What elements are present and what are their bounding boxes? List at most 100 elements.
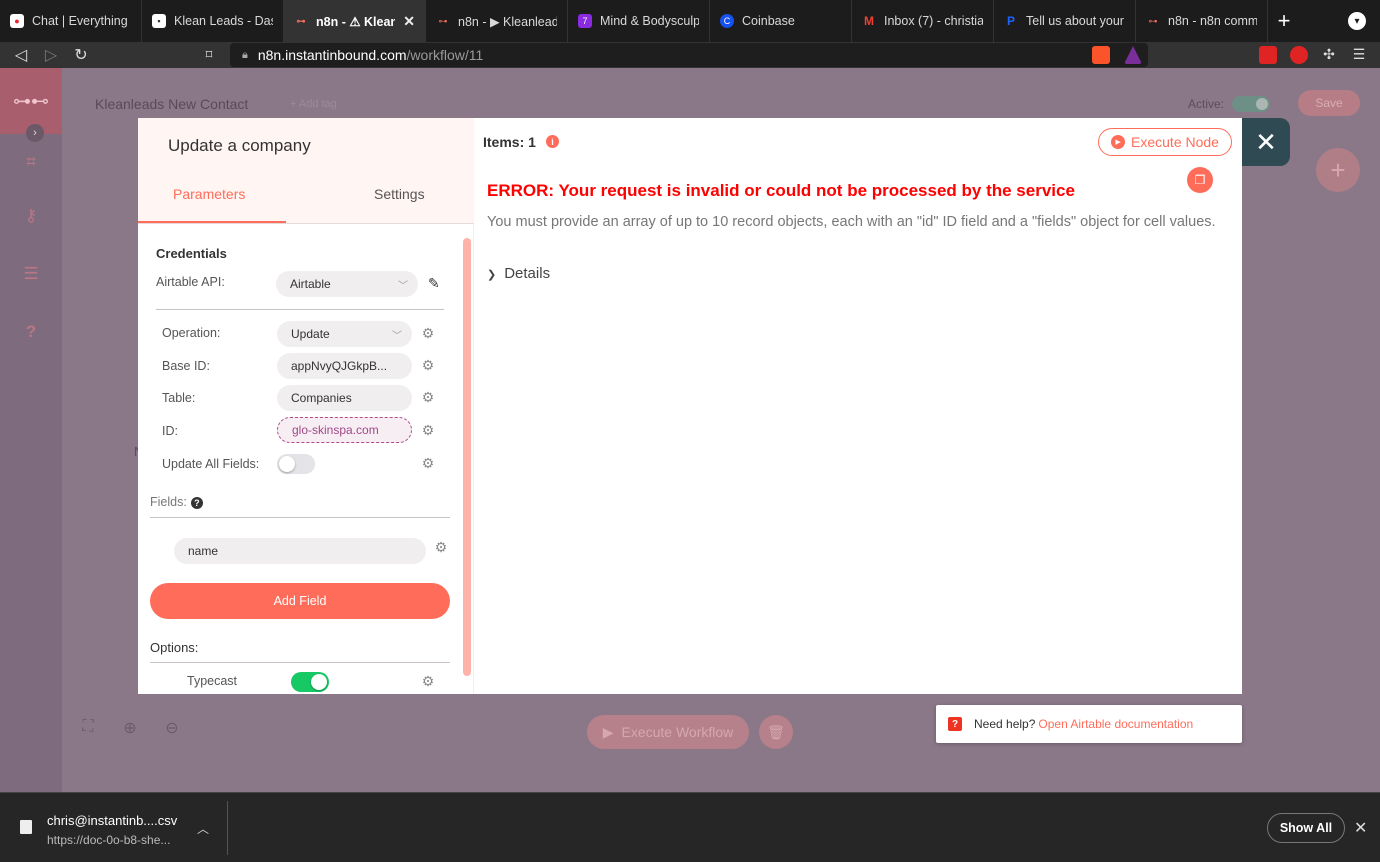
node-title[interactable]: Update a company — [168, 136, 311, 156]
n8n-favicon-icon: ⊶ — [296, 15, 306, 26]
divider — [150, 517, 450, 518]
back-icon[interactable]: ◁ — [6, 45, 36, 65]
workflow-name[interactable]: Kleanleads New Contact — [95, 96, 248, 112]
workflows-icon[interactable]: ⌗ — [20, 152, 42, 174]
operation-select[interactable]: Update ﹀ — [277, 321, 412, 347]
parameter-options-icon[interactable]: ⚙ — [419, 673, 437, 690]
download-filename[interactable]: chris@instantinb....csv — [47, 813, 177, 828]
parameter-options-icon[interactable]: ⚙ — [419, 389, 437, 406]
update-all-fields-label: Update All Fields: — [162, 457, 260, 471]
zoom-in-icon[interactable]: ⊕ — [118, 718, 142, 742]
question-circle-icon[interactable]: ? — [190, 496, 203, 509]
n8n-favicon-icon: ⊶ — [438, 15, 448, 26]
tab-favicon-icon: ● — [10, 14, 24, 28]
new-tab-icon[interactable]: + — [1268, 8, 1300, 34]
brave-shield-icon[interactable] — [1092, 46, 1110, 64]
airtable-api-label: Airtable API: — [156, 275, 225, 289]
help-badge-icon: ? — [948, 717, 962, 731]
csv-file-icon — [20, 820, 32, 834]
forward-icon[interactable]: ▷ — [36, 45, 66, 65]
typecast-toggle[interactable] — [291, 672, 329, 692]
execute-workflow-button[interactable]: ▶ Execute Workflow — [587, 715, 749, 749]
details-toggle[interactable]: ❯ Details — [487, 265, 550, 282]
browser-tab[interactable]: 7 Mind & Bodysculpt — [568, 0, 710, 42]
parameter-options-icon[interactable]: ⚙ — [419, 357, 437, 374]
operation-label: Operation: — [162, 326, 221, 340]
parameter-options-icon[interactable]: ⚙ — [432, 539, 450, 556]
paypal-favicon-icon: P — [1006, 14, 1015, 28]
downloads-bar: chris@instantinb....csv https://doc-0o-b… — [0, 792, 1380, 862]
browser-tab[interactable]: ▪ Klean Leads - Dash — [142, 0, 284, 42]
bookmark-icon[interactable]: ⌑ — [194, 47, 224, 63]
parameter-options-icon[interactable]: ⚙ — [419, 422, 437, 439]
typecast-label: Typecast — [187, 674, 238, 688]
browser-toolbar: ◁ ▷ ↻ ⌑ 🔒︎ n8n.instantinbound.com/workfl… — [0, 42, 1380, 68]
executions-list-icon[interactable]: ☰ — [20, 264, 42, 286]
add-field-button[interactable]: Add Field — [150, 583, 450, 619]
browser-tab[interactable]: P Tell us about your b — [994, 0, 1136, 42]
puzzle-extensions-icon[interactable]: ✣ — [1320, 46, 1338, 64]
add-node-button[interactable]: + — [1316, 148, 1360, 192]
execute-node-button[interactable]: ▶ Execute Node — [1098, 128, 1232, 156]
parameter-options-icon[interactable]: ⚙ — [419, 455, 437, 472]
chevron-down-icon: ﹀ — [392, 330, 402, 342]
tab-parameters[interactable]: Parameters — [173, 186, 245, 202]
divider — [227, 801, 228, 855]
gmail-favicon-icon: M — [864, 14, 874, 28]
n8n-favicon-icon: ⊶ — [1148, 15, 1158, 26]
copy-icon[interactable]: ❐ — [1187, 167, 1213, 193]
browser-tab[interactable]: ● Chat | Everything | I — [0, 0, 142, 42]
close-icon[interactable]: ✕ — [1354, 818, 1367, 838]
update-all-fields-toggle[interactable] — [277, 454, 315, 474]
active-label: Active: — [1188, 97, 1225, 111]
table-label: Table: — [162, 391, 196, 405]
edit-credential-icon[interactable]: ✎ — [428, 275, 440, 292]
help-icon[interactable]: ? — [20, 322, 42, 344]
error-message: You must provide an array of up to 10 re… — [487, 214, 1216, 230]
chevron-up-icon[interactable]: ︿ — [197, 820, 209, 837]
fields-label: Fields:? — [150, 495, 203, 509]
credentials-key-icon[interactable]: ⚷ — [20, 206, 42, 228]
active-toggle[interactable] — [1232, 96, 1270, 112]
output-items-count: Items: 1 — [483, 134, 536, 150]
id-expression-field[interactable]: glo-skinspa.com — [277, 417, 412, 443]
table-field[interactable]: Companies — [277, 385, 412, 411]
node-dialog: Update a company Parameters Settings Cre… — [138, 118, 1242, 694]
base-id-field[interactable]: appNvyQJGkpB... — [277, 353, 412, 379]
zoom-out-icon[interactable]: ⊖ — [160, 718, 184, 742]
browser-tab-active[interactable]: ⊶n8n - ⚠ Kleanle✕ — [284, 0, 426, 42]
close-dialog-icon[interactable]: ✕ — [1242, 118, 1290, 166]
extension-icon[interactable] — [1259, 46, 1277, 64]
url-bar[interactable]: 🔒︎ n8n.instantinbound.com/workflow/11 — [230, 43, 1148, 67]
info-icon[interactable]: i — [546, 135, 559, 148]
zoom-to-fit-icon[interactable]: ⛶ — [76, 718, 100, 742]
add-tag-link[interactable]: + Add tag — [290, 98, 337, 110]
play-icon: ▶ — [602, 723, 614, 740]
browser-tab-bar: ● Chat | Everything | I ▪ Klean Leads - Da… — [0, 0, 1380, 42]
browser-tab[interactable]: C Coinbase — [710, 0, 852, 42]
tab-search-icon[interactable]: ▾ — [1348, 12, 1366, 30]
browser-tab[interactable]: ⊶n8n - ▶ Kleanlead E — [426, 0, 568, 42]
tab-close-icon[interactable]: ✕ — [403, 13, 415, 30]
browser-tab[interactable]: M Inbox (7) - christiar — [852, 0, 994, 42]
scrollbar[interactable] — [463, 238, 471, 676]
menu-icon[interactable]: ☰ — [1350, 46, 1368, 64]
header-divider — [138, 223, 474, 224]
reload-icon[interactable]: ↻ — [66, 45, 96, 65]
show-all-button[interactable]: Show All — [1267, 813, 1345, 843]
airtable-docs-link[interactable]: Open Airtable documentation — [1038, 717, 1193, 731]
options-label: Options: — [150, 640, 199, 655]
lock-icon: 🔒︎ — [242, 48, 248, 61]
save-button[interactable]: Save — [1298, 90, 1360, 116]
field-name-input[interactable]: name — [174, 538, 426, 564]
parameter-options-icon[interactable]: ⚙ — [419, 325, 437, 342]
delete-icon[interactable]: 🗑︎ — [759, 715, 793, 749]
youtube-extension-icon[interactable] — [1290, 46, 1308, 64]
tab-settings[interactable]: Settings — [374, 186, 425, 202]
browser-tab[interactable]: ⊶n8n - n8n commun — [1136, 0, 1268, 42]
airtable-api-select[interactable]: Airtable ﹀ — [276, 271, 418, 297]
node-header: Update a company Parameters Settings — [138, 118, 474, 224]
node-parameters-panel: Update a company Parameters Settings Cre… — [138, 118, 474, 694]
collapse-sidebar-icon[interactable]: › — [26, 124, 44, 142]
divider — [156, 309, 444, 310]
